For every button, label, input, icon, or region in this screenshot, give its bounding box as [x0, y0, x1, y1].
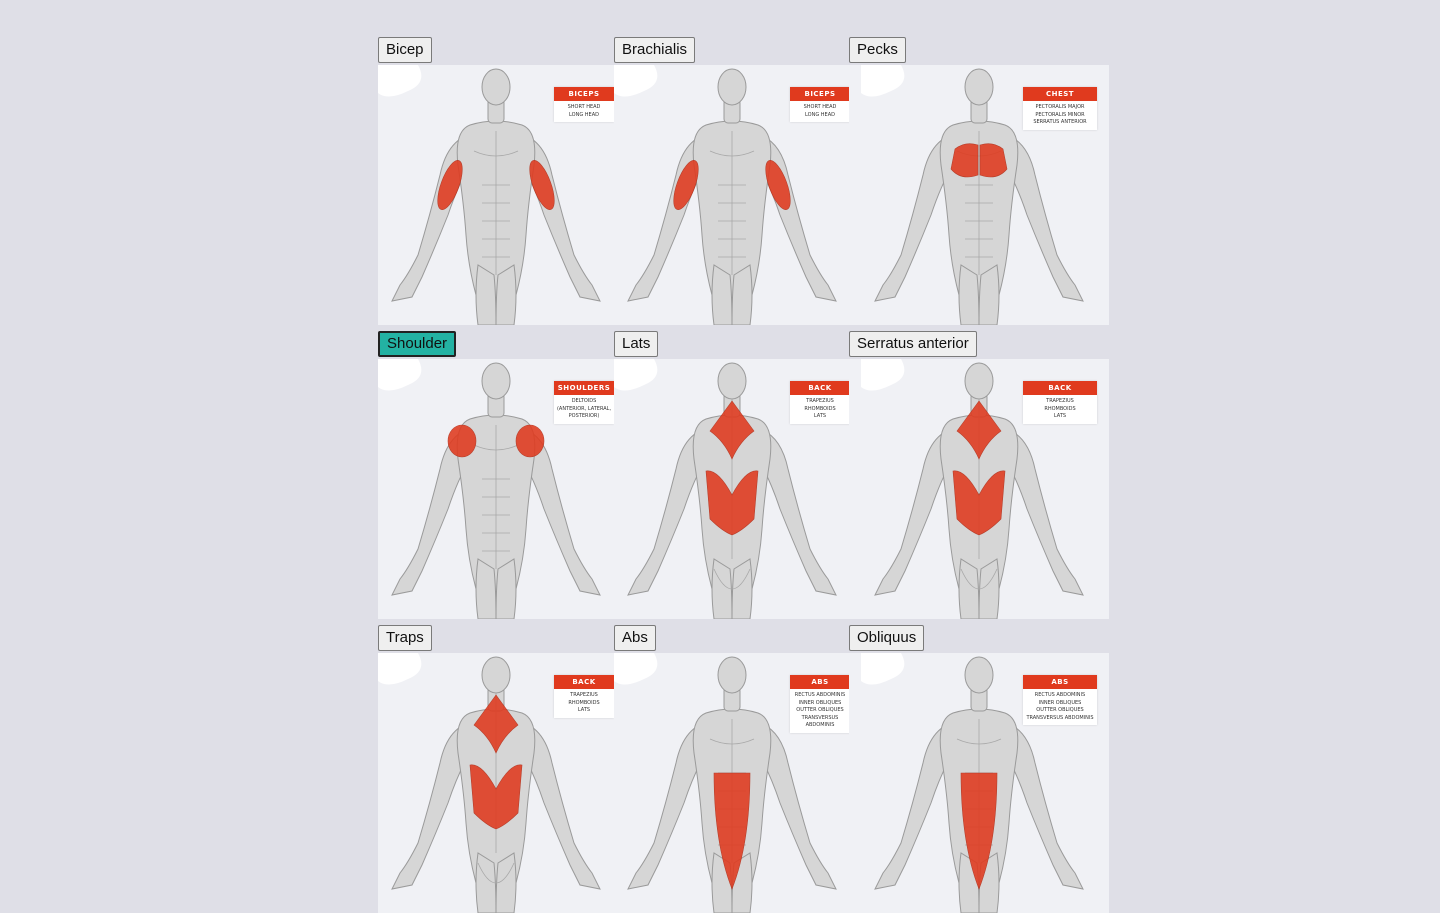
muscle-label-list: TRAPEZIUS RHOMBOIDS LATS — [568, 692, 600, 713]
muscle-label-title: BACK — [554, 675, 614, 689]
muscle-label-card: BICEPS SHORT HEAD LONG HEAD — [790, 87, 850, 122]
muscle-label-card: CHEST PECTORALIS MAJOR PECTORALIS MINOR S… — [1023, 87, 1097, 130]
muscle-label-card: ABS RECTUS ABDOMINIS INNER OBLIQUES OUTTE… — [790, 675, 850, 733]
muscle-label-title: BACK — [1023, 381, 1097, 395]
muscle-image: BACK TRAPEZIUS RHOMBOIDS LATS — [614, 359, 850, 619]
muscle-image: ABS RECTUS ABDOMINIS INNER OBLIQUES OUTTE… — [849, 653, 1109, 913]
muscle-label-title: BICEPS — [554, 87, 614, 101]
muscle-label-list: PECTORALIS MAJOR PECTORALIS MINOR SERRAT… — [1033, 104, 1087, 125]
muscle-label-title: BICEPS — [790, 87, 850, 101]
muscle-image: SHOULDERS DELTOIDS (ANTERIOR, LATERAL, PO… — [378, 359, 614, 619]
muscle-image: CHEST PECTORALIS MAJOR PECTORALIS MINOR S… — [849, 65, 1109, 325]
muscle-label-card: SHOULDERS DELTOIDS (ANTERIOR, LATERAL, PO… — [554, 381, 614, 424]
muscle-label-title: ABS — [790, 675, 850, 689]
muscle-label-card: BICEPS SHORT HEAD LONG HEAD — [554, 87, 614, 122]
muscle-label-title: BACK — [790, 381, 850, 395]
muscle-label-list: RECTUS ABDOMINIS INNER OBLIQUES OUTTER O… — [794, 692, 846, 728]
lats-button[interactable]: Lats — [614, 331, 659, 357]
traps-button[interactable]: Traps — [378, 625, 432, 651]
muscle-image: BICEPS SHORT HEAD LONG HEAD — [378, 65, 614, 325]
obliquus-button[interactable]: Obliquus — [849, 625, 925, 651]
muscle-label-card: BACK TRAPEZIUS RHOMBOIDS LATS — [554, 675, 614, 718]
muscle-image: BICEPS SHORT HEAD LONG HEAD — [614, 65, 850, 325]
shoulder-button[interactable]: Shoulder — [378, 331, 457, 357]
muscle-label-title: ABS — [1023, 675, 1097, 689]
muscle-label-list: TRAPEZIUS RHOMBOIDS LATS — [804, 398, 836, 419]
muscle-image: ABS RECTUS ABDOMINIS INNER OBLIQUES OUTTE… — [614, 653, 850, 913]
bicep-button[interactable]: Bicep — [378, 37, 432, 63]
muscle-label-list: RECTUS ABDOMINIS INNER OBLIQUES OUTTER O… — [1026, 692, 1094, 721]
muscle-label-title: SHOULDERS — [554, 381, 614, 395]
serratus-anterior-button[interactable]: Serratus anterior — [849, 331, 977, 357]
abs-button[interactable]: Abs — [614, 625, 656, 651]
brachialis-button[interactable]: Brachialis — [614, 37, 696, 63]
muscle-label-list: SHORT HEAD LONG HEAD — [803, 104, 837, 118]
pecks-button[interactable]: Pecks — [849, 37, 906, 63]
muscle-label-list: TRAPEZIUS RHOMBOIDS LATS — [1044, 398, 1076, 419]
muscle-label-title: CHEST — [1023, 87, 1097, 101]
muscle-label-list: DELTOIDS (ANTERIOR, LATERAL, POSTERIOR) — [556, 398, 612, 419]
muscle-label-list: SHORT HEAD LONG HEAD — [567, 104, 601, 118]
muscle-label-card: BACK TRAPEZIUS RHOMBOIDS LATS — [790, 381, 850, 424]
muscle-label-card: BACK TRAPEZIUS RHOMBOIDS LATS — [1023, 381, 1097, 424]
muscle-label-card: ABS RECTUS ABDOMINIS INNER OBLIQUES OUTTE… — [1023, 675, 1097, 725]
muscle-image: BACK TRAPEZIUS RHOMBOIDS LATS — [378, 653, 614, 913]
muscle-image: BACK TRAPEZIUS RHOMBOIDS LATS — [849, 359, 1109, 619]
